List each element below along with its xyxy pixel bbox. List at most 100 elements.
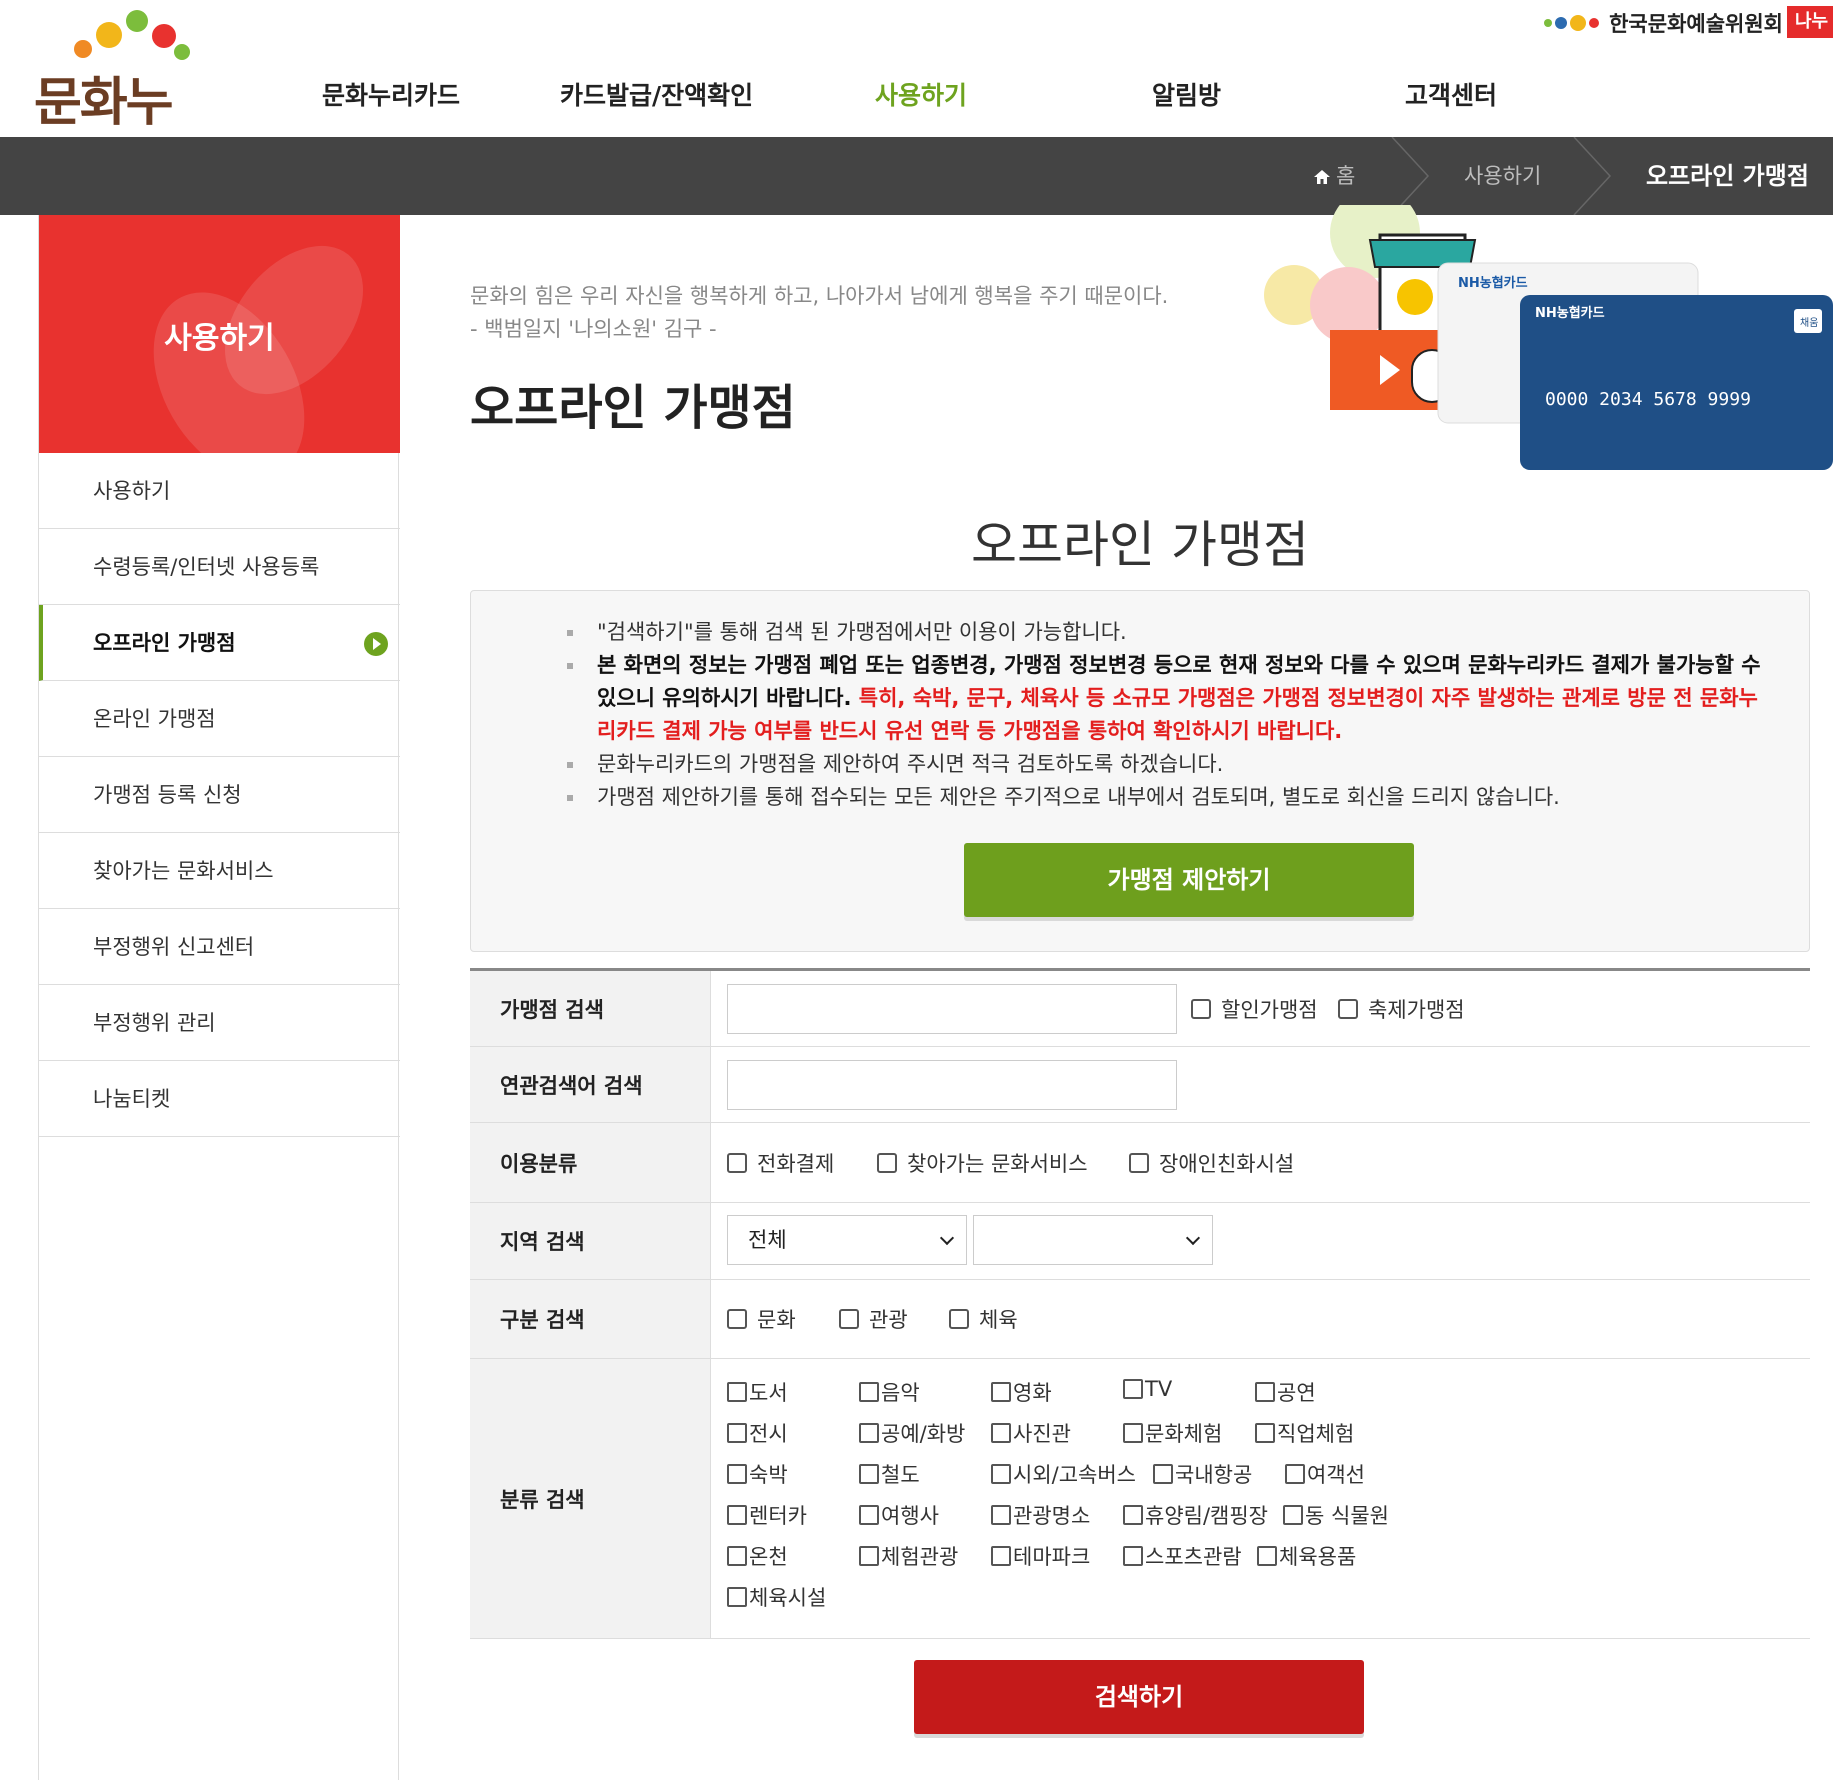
festival-store-checkbox[interactable]: 축제가맹점	[1338, 971, 1465, 1046]
division-tourism-checkbox[interactable]: 관광	[839, 1280, 908, 1358]
search-row-content: 문화 관광 체육	[711, 1280, 1810, 1358]
checkbox-label: 렌터카	[749, 1504, 807, 1528]
site-logo[interactable]: 문화누리	[34, 10, 214, 208]
checkbox-icon	[727, 1152, 747, 1173]
checkbox-icon	[1153, 1464, 1173, 1484]
nav-item-card[interactable]: 문화누리카드	[322, 76, 460, 112]
checkbox-icon	[1255, 1382, 1275, 1402]
category-checkbox[interactable]: 체육용품	[1257, 1541, 1356, 1571]
category-checkbox[interactable]: 렌터카	[727, 1500, 807, 1530]
category-checkbox[interactable]: 여객선	[1285, 1459, 1365, 1489]
category-checkbox[interactable]: TV	[1123, 1377, 1172, 1401]
site-header: 문화누리 문화누리카드 카드발급/잔액확인 사용하기 알림방 고객센터 한국문화…	[0, 0, 1833, 208]
related-keyword-input[interactable]	[727, 1060, 1177, 1110]
category-checkbox[interactable]: 영화	[991, 1377, 1052, 1407]
region-select-1[interactable]: 전체	[727, 1215, 967, 1265]
nav-item-support[interactable]: 고객센터	[1405, 76, 1497, 112]
checkbox-icon	[727, 1309, 747, 1329]
checkbox-icon	[859, 1423, 879, 1443]
category-checkbox[interactable]: 체육시설	[727, 1582, 826, 1612]
nav-item-issue-balance[interactable]: 카드발급/잔액확인	[560, 76, 753, 112]
checkbox-label: 축제가맹점	[1368, 997, 1465, 1022]
sidebar-item-store-apply[interactable]: 가맹점 등록 신청	[39, 757, 400, 833]
sidebar-item-nanum-ticket[interactable]: 나눔티켓	[39, 1061, 400, 1137]
checkbox-icon	[727, 1423, 747, 1443]
checkbox-label: 스포츠관람	[1145, 1545, 1242, 1569]
notice-list: "검색하기"를 통해 검색 된 가맹점에서만 이용이 가능합니다. 본 화면의 …	[567, 616, 1767, 814]
category-checkbox[interactable]: 테마파크	[991, 1541, 1090, 1571]
checkbox-label: 영화	[1013, 1381, 1052, 1405]
category-checkbox[interactable]: 숙박	[727, 1459, 788, 1489]
checkbox-label: 찾아가는 문화서비스	[907, 1151, 1088, 1176]
usage-phone-checkbox[interactable]: 전화결제	[727, 1123, 834, 1202]
search-row-label: 지역 검색	[470, 1203, 711, 1279]
search-row-division: 구분 검색 문화 관광 체육	[470, 1280, 1810, 1359]
category-checkbox[interactable]: 공연	[1255, 1377, 1316, 1407]
usage-accessible-checkbox[interactable]: 장애인친화시설	[1129, 1123, 1294, 1202]
sidebar-item-visiting-service[interactable]: 찾아가는 문화서비스	[39, 833, 400, 909]
checkbox-icon	[859, 1546, 879, 1566]
breadcrumb-level1[interactable]: 사용하기	[1464, 137, 1541, 215]
region-select-2[interactable]	[973, 1215, 1213, 1265]
usage-visiting-checkbox[interactable]: 찾아가는 문화서비스	[877, 1123, 1088, 1202]
checkbox-icon	[991, 1423, 1011, 1443]
category-checkbox[interactable]: 동 식물원	[1283, 1500, 1389, 1530]
category-checkbox[interactable]: 문화체험	[1123, 1418, 1222, 1448]
sidebar-item-fraud-manage[interactable]: 부정행위 관리	[39, 985, 400, 1061]
logo-blob-icon	[126, 10, 148, 32]
notice-item: 문화누리카드의 가맹점을 제안하여 주시면 적극 검토하도록 하겠습니다.	[567, 748, 1767, 781]
search-button[interactable]: 검색하기	[914, 1660, 1364, 1734]
nav-item-use[interactable]: 사용하기	[875, 76, 967, 112]
discount-store-checkbox[interactable]: 할인가맹점	[1191, 971, 1318, 1046]
division-sports-checkbox[interactable]: 체육	[949, 1280, 1018, 1358]
category-checkbox[interactable]: 직업체험	[1255, 1418, 1354, 1448]
checkbox-icon	[991, 1505, 1011, 1525]
checkbox-label: 체육시설	[749, 1586, 827, 1610]
org-link[interactable]: 한국문화예술위원회	[1544, 8, 1783, 38]
nanum-badge[interactable]: 나누	[1787, 6, 1833, 38]
breadcrumb: 홈 사용하기 오프라인 가맹점	[0, 137, 1833, 215]
checkbox-label: 여행사	[881, 1504, 939, 1528]
category-checkbox[interactable]: 온천	[727, 1541, 788, 1571]
org-logo-icon	[1544, 15, 1600, 31]
sidebar-item-registration[interactable]: 수령등록/인터넷 사용등록	[39, 529, 400, 605]
checkbox-label: 공예/화방	[881, 1422, 966, 1446]
checkbox-icon	[1255, 1423, 1275, 1443]
hero-visual: NH농협카드 NH농협카드 채움 0000 2034 5678 9999	[1200, 188, 1833, 475]
category-checkbox[interactable]: 철도	[859, 1459, 920, 1489]
category-checkbox[interactable]: 음악	[859, 1377, 920, 1407]
search-row-label: 구분 검색	[470, 1280, 711, 1358]
sidebar-item-fraud-report[interactable]: 부정행위 신고센터	[39, 909, 400, 985]
store-search-input[interactable]	[727, 984, 1177, 1034]
checkbox-icon	[991, 1546, 1011, 1566]
checkbox-icon	[1123, 1505, 1143, 1525]
search-row-content: 전화결제 찾아가는 문화서비스 장애인친화시설	[711, 1123, 1810, 1202]
category-checkbox[interactable]: 체험관광	[859, 1541, 958, 1571]
category-checkbox[interactable]: 도서	[727, 1377, 788, 1407]
sidebar-item-online-store[interactable]: 온라인 가맹점	[39, 681, 400, 757]
sidebar: 사용하기 사용하기 수령등록/인터넷 사용등록 오프라인 가맹점 온라인 가맹점…	[38, 215, 400, 1780]
category-checkbox[interactable]: 사진관	[991, 1418, 1071, 1448]
sidebar-item-offline-store[interactable]: 오프라인 가맹점	[39, 605, 400, 681]
category-checkbox[interactable]: 관광명소	[991, 1500, 1090, 1530]
division-culture-checkbox[interactable]: 문화	[727, 1280, 796, 1358]
sidebar-header: 사용하기	[39, 215, 400, 453]
chevron-right-icon	[1391, 137, 1430, 215]
category-checkbox[interactable]: 시외/고속버스	[991, 1459, 1136, 1489]
checkbox-icon	[1257, 1546, 1277, 1566]
checkbox-icon	[839, 1309, 859, 1329]
sidebar-item-use[interactable]: 사용하기	[39, 453, 400, 529]
category-checkbox[interactable]: 전시	[727, 1418, 788, 1448]
category-checkbox[interactable]: 휴양림/캠핑장	[1123, 1500, 1268, 1530]
category-checkbox[interactable]: 공예/화방	[859, 1418, 965, 1448]
search-row-label: 가맹점 검색	[470, 971, 711, 1046]
category-checkbox[interactable]: 여행사	[859, 1500, 939, 1530]
breadcrumb-home[interactable]: 홈	[1314, 137, 1355, 215]
category-checkbox[interactable]: 스포츠관람	[1123, 1541, 1242, 1571]
propose-store-button[interactable]: 가맹점 제안하기	[964, 843, 1414, 917]
checkbox-icon	[1129, 1152, 1149, 1173]
category-checkbox[interactable]: 국내항공	[1153, 1459, 1252, 1489]
nav-item-notice[interactable]: 알림방	[1152, 76, 1221, 112]
search-row-label: 연관검색어 검색	[470, 1047, 711, 1122]
checkbox-label: 장애인친화시설	[1159, 1151, 1295, 1176]
